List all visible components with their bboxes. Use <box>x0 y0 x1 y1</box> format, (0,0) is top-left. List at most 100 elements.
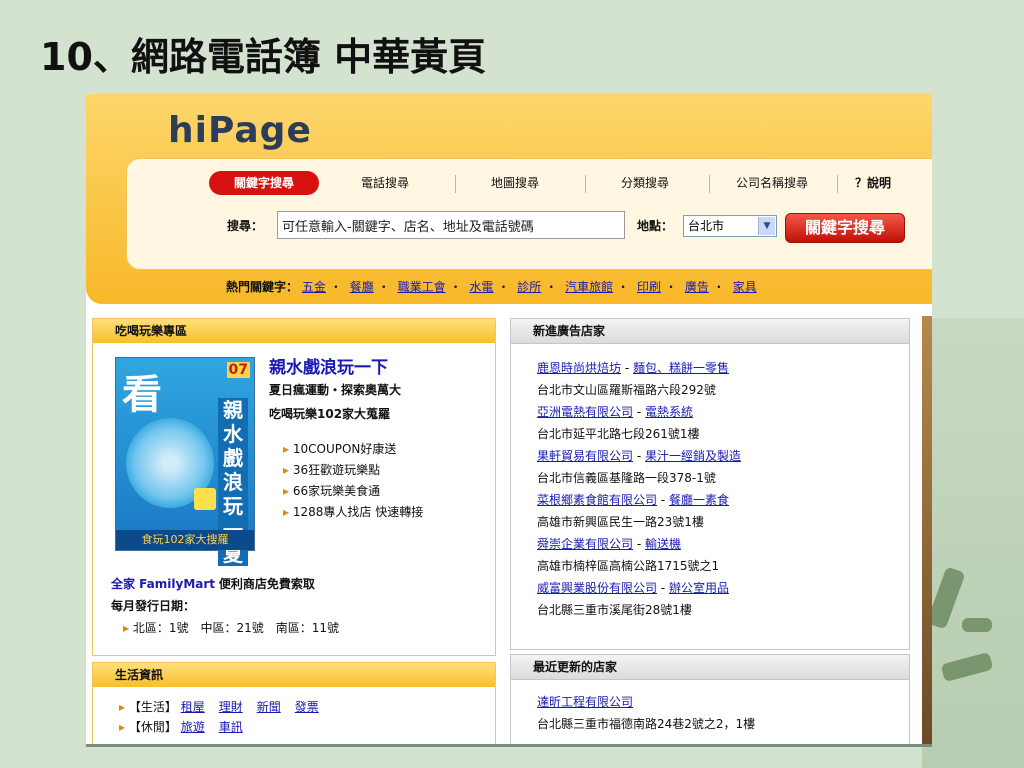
familymart-link[interactable]: 全家 FamilyMart <box>111 577 215 591</box>
hot-keyword-link[interactable]: 家具 <box>733 280 757 294</box>
magazine-cover-image[interactable]: 看 07 親水戲浪玩一夏 食玩102家大搜羅 <box>115 357 255 566</box>
keyword-search-button[interactable]: 關鍵字搜尋 <box>785 213 905 243</box>
category-link[interactable]: 果汁一經銷及製造 <box>645 449 741 463</box>
new-ads-header: 新進廣告店家 <box>511 319 909 344</box>
hot-keyword-link[interactable]: 水電 <box>469 280 493 294</box>
hot-keyword-link[interactable]: 職業工會 <box>398 280 446 294</box>
hipage-logo[interactable]: hiPage <box>168 110 312 151</box>
hot-keyword-link[interactable]: 印刷 <box>637 280 661 294</box>
list-item: 威富興業股份有限公司 - 辦公室用品 <box>537 581 729 595</box>
life-link[interactable]: 理財 <box>219 700 243 714</box>
decorative-panel <box>922 318 1024 768</box>
life-link[interactable]: 新聞 <box>257 700 281 714</box>
magazine-issue: 07 <box>226 362 250 378</box>
familymart-note: 全家 FamilyMart 便利商店免費索取 <box>111 575 315 592</box>
life-link[interactable]: 租屋 <box>181 700 205 714</box>
list-item: 鹿恩時尚烘焙坊 - 麵包、糕餅一零售 <box>537 361 729 375</box>
hot-keywords: 熱門關鍵字： 五金・ 餐廳・ 職業工會・ 水電・ 診所・ 汽車旅館・ 印刷・ 廣… <box>226 280 757 294</box>
tab-help[interactable]: ？說明 <box>843 171 903 195</box>
category-link[interactable]: 餐廳一素食 <box>669 493 729 507</box>
list-item: ▸ 【休閒】 旅遊 車訊 <box>119 720 243 734</box>
magazine-band: 食玩102家大搜羅 <box>116 530 254 550</box>
hot-keyword-link[interactable]: 廣告 <box>685 280 709 294</box>
list-item: 果軒貿易有限公司 - 果汁一經銷及製造 <box>537 449 741 463</box>
life-info-header: 生活資訊 <box>93 663 495 687</box>
screenshot-shadow <box>86 744 932 747</box>
side-ad-image[interactable] <box>922 316 932 746</box>
magazine-masthead: 看 <box>122 372 162 418</box>
issue-dates: ▸ 北區：1號 中區：21號 南區：11號 <box>123 621 340 635</box>
hot-keyword-link[interactable]: 五金 <box>302 280 326 294</box>
list-item: 舜崇企業有限公司 - 輸送機 <box>537 537 681 551</box>
recent-updates-box: 最近更新的店家 達昕工程有限公司 台北縣三重市福德南路24巷2號之2，1樓 <box>510 654 910 746</box>
list-item: 亞洲電熱有限公司 - 電熱系統 <box>537 405 693 419</box>
company-link[interactable]: 亞洲電熱有限公司 <box>537 405 633 419</box>
search-panel: 關鍵字搜尋 電話搜尋 地圖搜尋 分類搜尋 公司名稱搜尋 ？說明 搜尋： 地點： … <box>126 158 932 270</box>
tab-divider <box>455 175 456 193</box>
recent-updates-header: 最近更新的店家 <box>511 655 909 680</box>
address: 台北市文山區羅斯福路六段292號 <box>537 383 716 397</box>
chevron-down-icon[interactable]: ▼ <box>758 217 775 235</box>
feature-item: 1288專人找店 快速轉接 <box>283 502 423 523</box>
fun-zone-header: 吃喝玩樂專區 <box>93 319 495 343</box>
new-ads-box: 新進廣告店家 鹿恩時尚烘焙坊 - 麵包、糕餅一零售 台北市文山區羅斯福路六段29… <box>510 318 910 650</box>
magazine-badge <box>194 488 216 510</box>
address: 台北市延平北路七段261號1樓 <box>537 427 700 441</box>
feature-title[interactable]: 親水戲浪玩一下 <box>269 353 388 378</box>
list-item: 菜根鄉素食館有限公司 - 餐廳一素食 <box>537 493 729 507</box>
tab-map-search[interactable]: 地圖搜尋 <box>465 171 565 195</box>
company-link[interactable]: 鹿恩時尚烘焙坊 <box>537 361 621 375</box>
hot-keyword-link[interactable]: 汽車旅館 <box>565 280 613 294</box>
tab-divider <box>709 175 710 193</box>
address: 高雄市新興區民生一路23號1樓 <box>537 515 704 529</box>
company-link[interactable]: 菜根鄉素食館有限公司 <box>537 493 657 507</box>
new-ads-list: 鹿恩時尚烘焙坊 - 麵包、糕餅一零售 台北市文山區羅斯福路六段292號 亞洲電熱… <box>537 357 741 621</box>
company-link[interactable]: 達昕工程有限公司 <box>537 695 633 709</box>
category-link[interactable]: 輸送機 <box>645 537 681 551</box>
search-row: 搜尋： 地點： 台北市 ▼ 關鍵字搜尋 <box>227 211 907 243</box>
issue-date-label: 每月發行日期： <box>111 599 196 613</box>
fun-zone-box: 吃喝玩樂專區 看 07 親水戲浪玩一夏 食玩102家大搜羅 親水戲浪玩一下 夏日… <box>92 318 496 656</box>
hot-keyword-link[interactable]: 診所 <box>517 280 541 294</box>
category-link[interactable]: 辦公室用品 <box>669 581 729 595</box>
tab-divider <box>585 175 586 193</box>
address: 高雄市楠梓區高楠公路1715號之1 <box>537 559 720 573</box>
list-item: 達昕工程有限公司 <box>537 691 755 713</box>
search-tabs: 關鍵字搜尋 電話搜尋 地圖搜尋 分類搜尋 公司名稱搜尋 ？說明 <box>207 171 907 197</box>
hipage-screenshot: hiPage 關鍵字搜尋 電話搜尋 地圖搜尋 分類搜尋 公司名稱搜尋 ？說明 搜… <box>86 94 932 746</box>
life-link[interactable]: 發票 <box>295 700 319 714</box>
feature-subtitle: 吃喝玩樂102家大蒐羅 <box>269 407 391 421</box>
location-label: 地點： <box>637 219 674 233</box>
tab-phone-search[interactable]: 電話搜尋 <box>335 171 435 195</box>
life-info-list: ▸ 【生活】 租屋 理財 新聞 發票 ▸ 【休閒】 旅遊 車訊 <box>119 697 333 737</box>
tab-divider <box>837 175 838 193</box>
slide-title: 10、網路電話簿 中華黃頁 <box>40 35 487 79</box>
feature-item: 36狂歡遊玩樂點 <box>283 460 423 481</box>
company-link[interactable]: 舜崇企業有限公司 <box>537 537 633 551</box>
site-header: hiPage 關鍵字搜尋 電話搜尋 地圖搜尋 分類搜尋 公司名稱搜尋 ？說明 搜… <box>86 94 932 304</box>
familymart-text: 便利商店免費索取 <box>218 577 315 591</box>
tab-category-search[interactable]: 分類搜尋 <box>595 171 695 195</box>
list-item: ▸ 【生活】 租屋 理財 新聞 發票 <box>119 700 319 714</box>
feature-list: 10COUPON好康送 36狂歡遊玩樂點 66家玩樂美食通 1288專人找店 快… <box>283 439 423 523</box>
feature-item: 10COUPON好康送 <box>283 439 423 460</box>
location-select[interactable]: 台北市 ▼ <box>683 215 777 237</box>
recent-list: 達昕工程有限公司 台北縣三重市福德南路24巷2號之2，1樓 <box>537 691 755 735</box>
tab-keyword-search[interactable]: 關鍵字搜尋 <box>209 171 319 195</box>
company-link[interactable]: 威富興業股份有限公司 <box>537 581 657 595</box>
life-link[interactable]: 車訊 <box>219 720 243 734</box>
tab-company-search[interactable]: 公司名稱搜尋 <box>717 171 827 195</box>
life-link[interactable]: 旅遊 <box>181 720 205 734</box>
address: 台北市信義區基隆路一段378-1號 <box>537 471 716 485</box>
life-info-box: 生活資訊 ▸ 【生活】 租屋 理財 新聞 發票 ▸ 【休閒】 旅遊 車訊 <box>92 662 496 746</box>
category-link[interactable]: 麵包、糕餅一零售 <box>633 361 729 375</box>
feature-item: 66家玩樂美食通 <box>283 481 423 502</box>
category-link[interactable]: 電熱系統 <box>645 405 693 419</box>
location-value: 台北市 <box>688 219 725 233</box>
address: 台北縣三重市溪尾街28號1樓 <box>537 603 692 617</box>
hot-keyword-link[interactable]: 餐廳 <box>350 280 374 294</box>
address: 台北縣三重市福德南路24巷2號之2，1樓 <box>537 717 756 731</box>
hot-keywords-label: 熱門關鍵字： <box>226 280 299 294</box>
company-link[interactable]: 果軒貿易有限公司 <box>537 449 633 463</box>
search-input[interactable] <box>277 211 625 239</box>
